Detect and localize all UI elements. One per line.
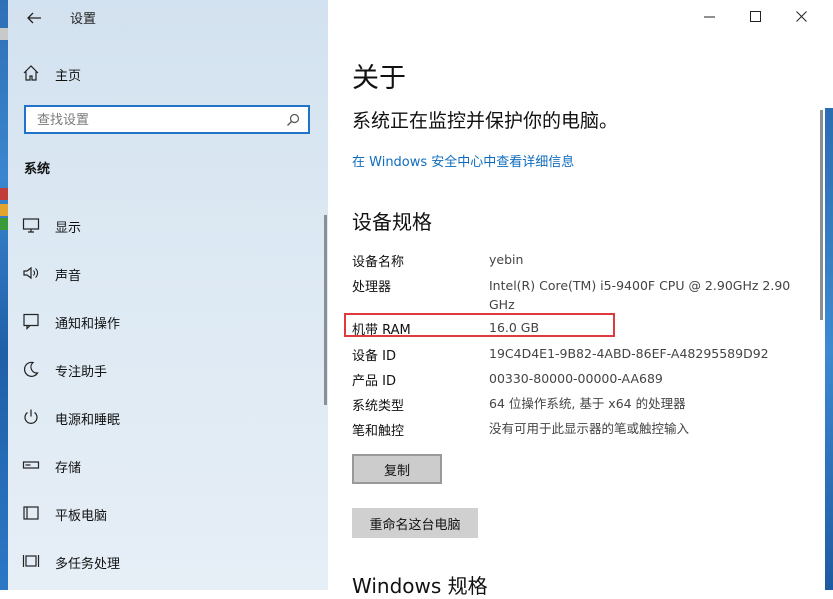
sidebar-item-sound[interactable]: 声音 <box>8 259 308 289</box>
back-arrow-icon <box>27 12 41 24</box>
page-title: 关于 <box>352 63 406 94</box>
home-icon <box>22 64 42 84</box>
back-button[interactable] <box>24 7 50 29</box>
sidebar-item-label: 存储 <box>55 461 82 476</box>
tablet-icon <box>22 504 42 524</box>
section-title: 系统 <box>24 162 51 177</box>
main-content: 关于 系统正在监控并保护你的电脑。 在 Windows 安全中心中查看详细信息 … <box>328 0 833 598</box>
sidebar-item-focus-assist[interactable]: 专注助手 <box>8 355 308 385</box>
spec-label: 笔和触控 <box>352 424 405 439</box>
sidebar-item-label: 平板电脑 <box>55 509 108 524</box>
close-button[interactable] <box>780 0 826 34</box>
monitor-icon <box>22 216 42 236</box>
sidebar-item-notifications[interactable]: 通知和操作 <box>8 307 308 337</box>
spec-value: 19C4D4E1-9B82-4ABD-86EF-A48295589D92 <box>489 346 769 361</box>
sidebar-item-label: 声音 <box>55 269 82 284</box>
sidebar-item-label: 主页 <box>55 69 82 84</box>
notification-icon <box>22 312 42 332</box>
search-icon[interactable] <box>286 112 302 128</box>
sidebar: 设置 主页 系统 显示 声音 通知和操作 专注助手 <box>8 0 328 590</box>
spec-label: 设备 ID <box>352 349 396 364</box>
close-icon <box>796 11 807 22</box>
search-input[interactable] <box>35 112 279 129</box>
copy-button[interactable]: 复制 <box>352 454 442 484</box>
speaker-icon <box>22 264 42 284</box>
power-icon <box>22 408 42 428</box>
desktop-edge <box>823 0 833 590</box>
sidebar-scrollbar[interactable] <box>324 215 327 405</box>
sidebar-item-label: 多任务处理 <box>55 557 121 572</box>
window-title: 设置 <box>70 12 97 27</box>
sidebar-item-label: 电源和睡眠 <box>55 413 121 428</box>
spec-value: 64 位操作系统, 基于 x64 的处理器 <box>489 396 686 411</box>
sidebar-item-power-sleep[interactable]: 电源和睡眠 <box>8 403 308 433</box>
storage-icon <box>22 456 42 476</box>
moon-icon <box>22 360 42 380</box>
sidebar-item-tablet[interactable]: 平板电脑 <box>8 499 308 529</box>
sidebar-item-home[interactable]: 主页 <box>8 59 308 89</box>
desktop-background <box>0 0 8 590</box>
spec-value: 00330-80000-00000-AA689 <box>489 371 663 386</box>
protection-status: 系统正在监控并保护你的电脑。 <box>352 110 619 132</box>
device-specs-heading: 设备规格 <box>352 210 432 234</box>
maximize-icon <box>750 11 761 22</box>
minimize-button[interactable] <box>688 0 734 34</box>
multitask-icon <box>22 552 42 572</box>
spec-label: 处理器 <box>352 280 392 295</box>
sidebar-item-multitasking[interactable]: 多任务处理 <box>8 547 308 577</box>
spec-value: Intel(R) Core(TM) i5-9400F CPU @ 2.90GHz… <box>489 278 791 312</box>
spec-value: yebin <box>489 252 524 267</box>
search-box[interactable] <box>24 105 310 134</box>
maximize-button[interactable] <box>734 0 780 34</box>
spec-label: 系统类型 <box>352 399 405 414</box>
sidebar-item-display[interactable]: 显示 <box>8 211 308 241</box>
sidebar-item-label: 显示 <box>55 221 82 236</box>
spec-value: 没有可用于此显示器的笔或触控输入 <box>489 421 690 436</box>
minimize-icon <box>704 16 715 18</box>
rename-pc-button[interactable]: 重命名这台电脑 <box>352 508 478 538</box>
spec-label: 设备名称 <box>352 255 405 270</box>
security-center-link[interactable]: 在 Windows 安全中心中查看详细信息 <box>352 151 574 170</box>
spec-label: 产品 ID <box>352 374 396 389</box>
ram-highlight-box <box>344 313 615 337</box>
sidebar-item-storage[interactable]: 存储 <box>8 451 308 481</box>
sidebar-item-label: 专注助手 <box>55 365 108 380</box>
sidebar-item-label: 通知和操作 <box>55 317 121 332</box>
windows-specs-heading: Windows 规格 <box>352 574 488 598</box>
